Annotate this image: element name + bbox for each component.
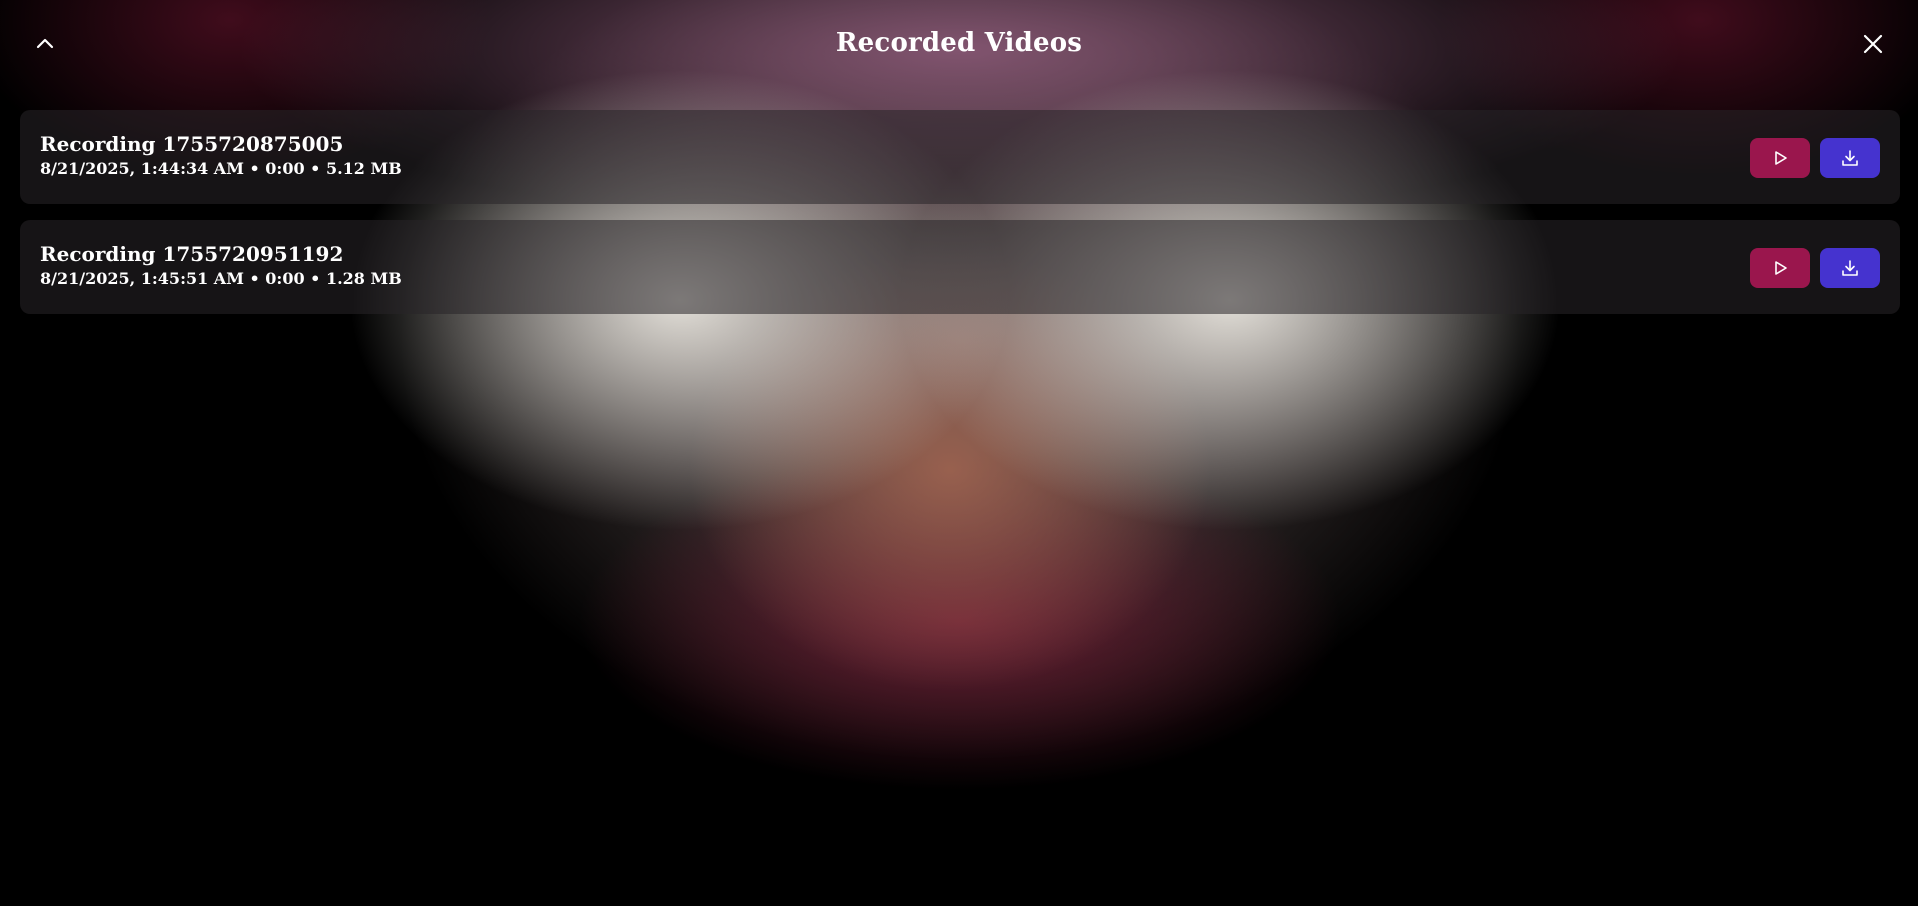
play-icon — [1771, 259, 1789, 277]
recording-actions — [1750, 138, 1880, 178]
page-title: Recorded Videos — [835, 28, 1083, 58]
recording-name: Recording 1755720875005 — [40, 132, 344, 156]
list-item: Recording 1755720875005 8/21/2025, 1:44:… — [20, 110, 1900, 204]
download-icon — [1840, 258, 1860, 278]
download-button[interactable] — [1820, 138, 1880, 178]
close-icon — [1862, 33, 1884, 55]
download-icon — [1840, 148, 1860, 168]
play-button[interactable] — [1750, 248, 1810, 288]
play-icon — [1771, 149, 1789, 167]
header: Recorded Videos — [0, 0, 1918, 92]
recording-name: Recording 1755720951192 — [40, 242, 344, 266]
recording-meta: 8/21/2025, 1:44:34 AM • 0:00 • 5.12 MB — [40, 159, 402, 178]
video-background: Recorded Videos Recording 1755720875005 … — [0, 0, 1918, 906]
recordings-list: Recording 1755720875005 8/21/2025, 1:44:… — [20, 110, 1900, 330]
recording-meta: 8/21/2025, 1:45:51 AM • 0:00 • 1.28 MB — [40, 269, 402, 288]
list-item: Recording 1755720951192 8/21/2025, 1:45:… — [20, 220, 1900, 314]
download-button[interactable] — [1820, 248, 1880, 288]
play-button[interactable] — [1750, 138, 1810, 178]
recording-actions — [1750, 248, 1880, 288]
close-button[interactable] — [1855, 26, 1891, 62]
